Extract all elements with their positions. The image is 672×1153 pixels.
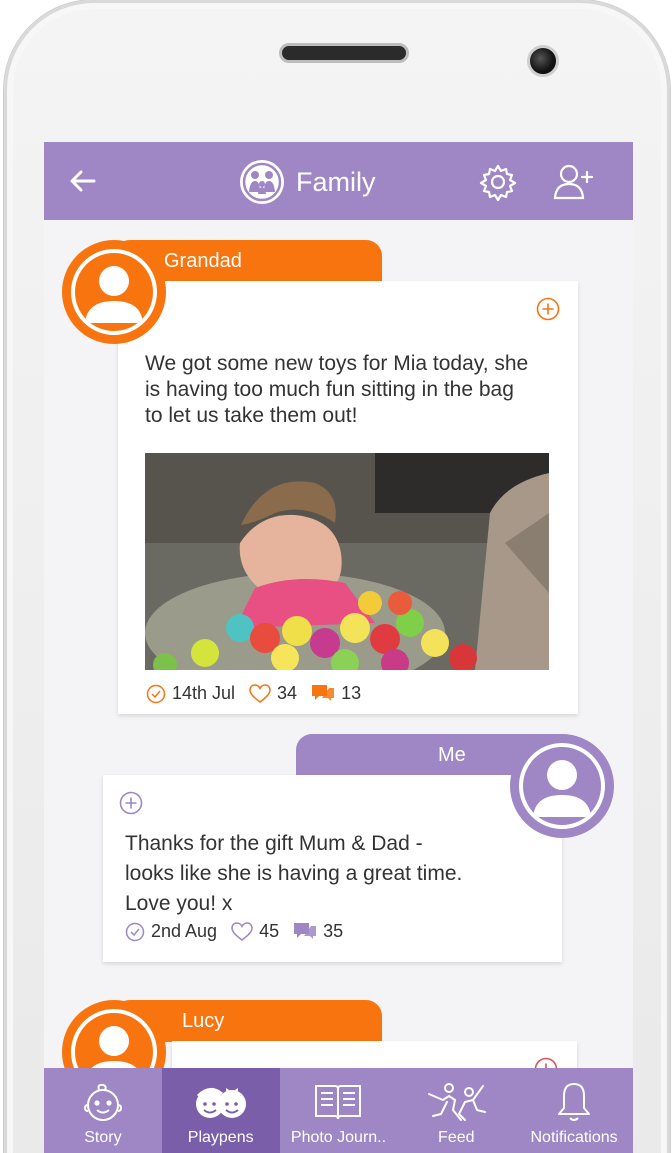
like-button[interactable]: 34	[249, 683, 297, 704]
user-silhouette-icon	[533, 760, 591, 817]
post-text: Thanks for the gift Mum & Dad - looks li…	[125, 829, 545, 919]
post-meta: 14th Jul 34 13	[146, 683, 375, 704]
post-date: 14th Jul	[146, 683, 235, 704]
plus-circle-icon[interactable]	[536, 297, 560, 321]
heart-icon	[249, 683, 271, 703]
post-text: We got some new toys for Mia today, she …	[145, 351, 565, 429]
family-icon	[240, 160, 284, 204]
comment-button[interactable]: 35	[293, 921, 343, 942]
plus-circle-icon[interactable]	[119, 791, 143, 815]
post-photo[interactable]	[145, 453, 549, 670]
post-text-line: Love you! x	[125, 892, 233, 915]
add-user-icon	[553, 164, 594, 200]
nav-label: Playpens	[187, 1129, 254, 1146]
page-title: Family	[296, 166, 376, 197]
settings-button[interactable]	[478, 162, 518, 202]
nav-label: Photo Journ..	[290, 1129, 387, 1146]
bell-icon	[558, 1083, 591, 1121]
back-button[interactable]	[66, 164, 100, 198]
two-kids-icon	[195, 1088, 246, 1118]
user-silhouette-icon	[85, 266, 143, 323]
post-text-line: looks like she is having a great time.	[125, 862, 463, 885]
post-date-text: 2nd Aug	[151, 921, 218, 941]
nav-item-story[interactable]: Story	[44, 1068, 162, 1153]
post-card[interactable]: Thanks for the gift Mum & Dad - looks li…	[103, 775, 562, 962]
post-author-name: Lucy	[182, 1009, 225, 1032]
nav-item-playpens[interactable]: Playpens	[161, 1068, 280, 1153]
post-date: 2nd Aug	[125, 921, 217, 942]
add-user-button[interactable]	[552, 162, 596, 202]
arrow-left-icon	[70, 170, 96, 192]
nav-label: Feed	[438, 1129, 475, 1146]
header-title-group: Family	[240, 160, 376, 204]
nav-item-photo-journal[interactable]: Photo Journ..	[280, 1068, 398, 1153]
bottom-nav: Story Playpens Photo Journ.. Feed Notifi…	[44, 1068, 633, 1153]
people-jumping-icon	[428, 1083, 487, 1121]
post-text-line: Thanks for the gift Mum & Dad -	[125, 832, 423, 855]
nav-label: Notifications	[530, 1129, 618, 1146]
post-text-line: We got some new toys for Mia today, she	[145, 352, 529, 375]
phone-speaker	[279, 43, 409, 63]
heart-icon	[231, 921, 253, 941]
avatar[interactable]	[510, 734, 614, 838]
like-count: 45	[259, 921, 280, 941]
comment-button[interactable]: 13	[311, 683, 361, 704]
comments-icon	[294, 922, 317, 939]
gear-icon	[479, 164, 517, 202]
post-author-name: Grandad	[164, 249, 242, 272]
phone-camera	[527, 45, 559, 77]
app-header: Family	[44, 142, 633, 220]
feed-list: Grandad We got some new toys for Mia tod…	[44, 220, 633, 1141]
app-screen: Family Grandad We got some new toys for …	[44, 142, 633, 1153]
nav-label: Story	[84, 1129, 122, 1146]
nav-item-feed[interactable]: Feed	[397, 1068, 515, 1153]
post-card[interactable]: We got some new toys for Mia today, she …	[118, 281, 578, 714]
baby-face-icon	[83, 1083, 122, 1121]
clock-check-icon	[125, 922, 145, 941]
post-date-text: 14th Jul	[172, 683, 236, 703]
comment-count: 13	[341, 683, 362, 703]
avatar[interactable]	[62, 240, 166, 344]
nav-item-notifications[interactable]: Notifications	[515, 1068, 633, 1153]
open-book-icon	[315, 1085, 362, 1120]
comment-count: 35	[323, 921, 344, 941]
post-text-line: is having too much fun sitting in the ba…	[145, 378, 514, 401]
post-text-line: to let us take them out!	[145, 404, 358, 427]
like-button[interactable]: 45	[231, 921, 279, 942]
like-count: 34	[277, 683, 298, 703]
post-meta: 2nd Aug 45 35	[125, 921, 357, 942]
child-ball-pit-photo	[145, 453, 549, 670]
comments-icon	[312, 684, 335, 701]
post-author-name: Me	[438, 743, 466, 766]
clock-check-icon	[146, 684, 166, 703]
